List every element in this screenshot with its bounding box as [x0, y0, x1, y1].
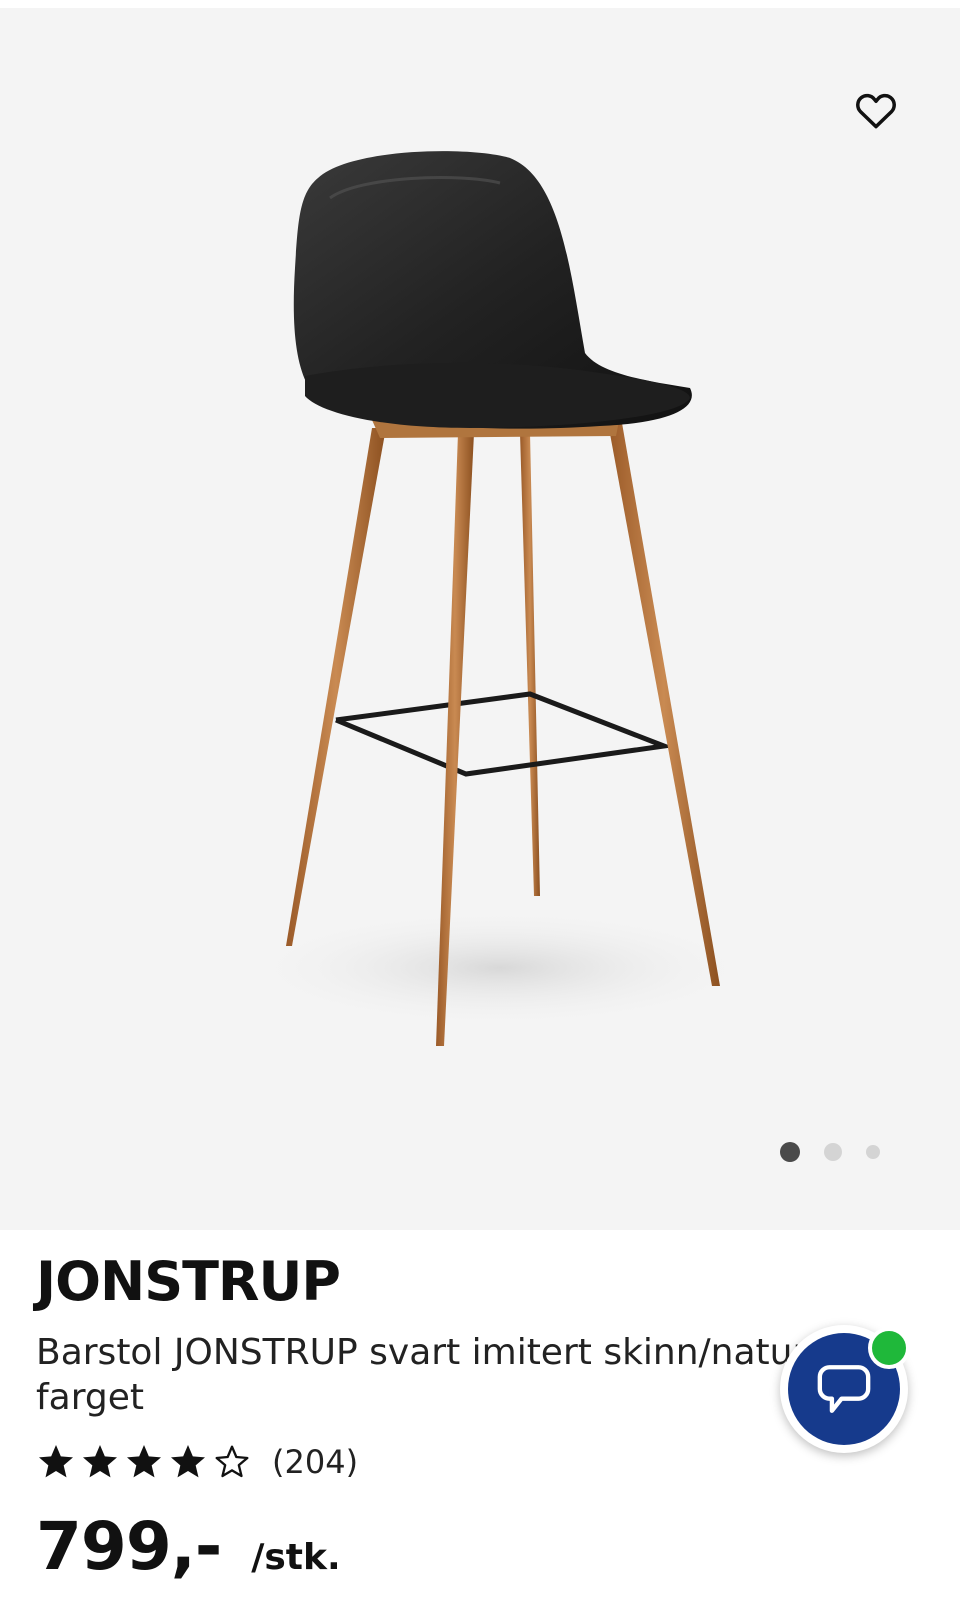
product-brand-title: JONSTRUP	[36, 1250, 341, 1313]
heart-outline-icon	[856, 93, 896, 129]
gallery-pagination	[780, 1140, 880, 1164]
review-count[interactable]: (204)	[272, 1443, 358, 1481]
chat-bubble-icon	[817, 1365, 871, 1413]
star-filled-icon	[83, 1445, 117, 1478]
product-rating[interactable]: (204)	[36, 1438, 358, 1486]
rating-stars	[36, 1442, 256, 1482]
product-image-gallery[interactable]	[0, 8, 960, 1230]
favorite-button[interactable]	[850, 84, 902, 136]
star-filled-icon	[127, 1445, 161, 1478]
price-row: 799,- /stk.	[36, 1508, 341, 1585]
star-filled-icon	[39, 1445, 73, 1478]
gallery-dot[interactable]	[824, 1143, 842, 1161]
product-price: 799,-	[36, 1508, 222, 1585]
online-status-badge	[868, 1327, 910, 1369]
product-image-bar-stool[interactable]	[0, 8, 960, 1230]
gallery-dot[interactable]	[866, 1145, 880, 1159]
price-unit: /stk.	[251, 1537, 341, 1578]
gallery-dot-active[interactable]	[780, 1142, 800, 1162]
star-outline-icon	[215, 1445, 249, 1478]
star-filled-icon	[171, 1445, 205, 1478]
